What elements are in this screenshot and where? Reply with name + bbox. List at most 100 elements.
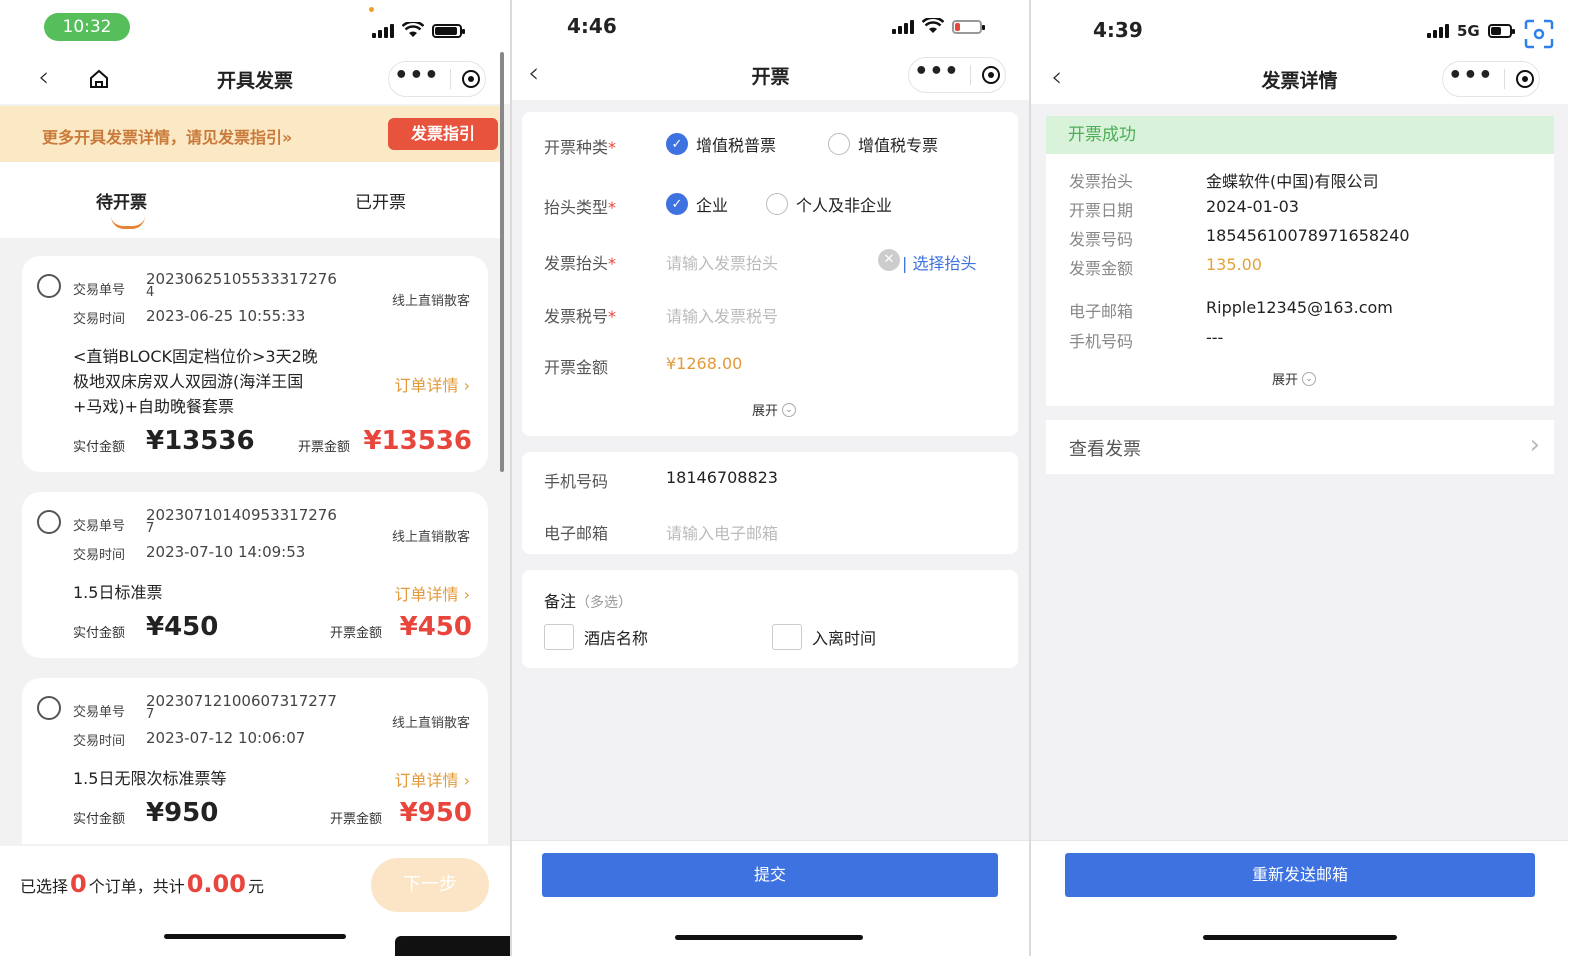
- mini-program-capsule[interactable]: •••: [908, 57, 1006, 93]
- nav-bar: ‹ 开具发票 •••: [0, 52, 510, 104]
- order-detail-link[interactable]: 订单详情 ›: [395, 372, 471, 396]
- product-name: 1.5日无限次标准票等: [73, 769, 227, 788]
- order-card: 交易单号 20230625105533317276 4 线上直销散客 交易时间 …: [22, 256, 488, 472]
- issue-invoice-form-screen: 4:46 ‹ 开票 ••• 开票种类* ✓ 增值税普票 增值税专票 抬头类型* ✓…: [512, 0, 1029, 956]
- trade-time-value: 2023-07-10 14:09:53: [146, 543, 306, 561]
- detail-value: 2024-01-03: [1206, 197, 1299, 216]
- tab-issued[interactable]: 已开票: [355, 188, 406, 213]
- invoice-amount-label: 开票金额: [330, 812, 383, 827]
- resend-email-button[interactable]: 重新发送邮箱: [1065, 853, 1535, 897]
- invoice-type-label-text: 开票种类: [544, 138, 609, 157]
- tax-number-input[interactable]: 请输入发票税号: [666, 303, 778, 327]
- more-icon[interactable]: •••: [394, 65, 439, 87]
- order-detail-link[interactable]: 订单详情 ›: [395, 767, 471, 791]
- more-icon[interactable]: •••: [914, 61, 959, 83]
- status-icons: 5G: [1427, 22, 1515, 40]
- invoice-guide-button[interactable]: 发票指引: [388, 118, 498, 150]
- selected-mid-text: 个订单，共计: [88, 877, 185, 896]
- clear-icon[interactable]: ✕: [878, 249, 900, 271]
- invoice-title-input[interactable]: 请输入发票抬头: [666, 250, 778, 274]
- radio-empty-icon: [828, 133, 850, 155]
- submit-button[interactable]: 提交: [542, 853, 998, 897]
- option-label: 入离时间: [812, 629, 877, 648]
- detail-value: ---: [1206, 328, 1224, 347]
- trade-no-value-tail: 7: [146, 707, 155, 722]
- remark-hotel-checkbox[interactable]: 酒店名称: [544, 624, 648, 650]
- trade-no-value: 20230712100607317277: [146, 692, 337, 710]
- battery-icon: [432, 24, 465, 38]
- home-indicator: [675, 935, 863, 940]
- detail-value: Ripple12345@163.com: [1206, 298, 1393, 317]
- status-time: 10:32: [44, 13, 130, 41]
- paid-amount: ¥13536: [146, 426, 255, 456]
- screen-scan-icon[interactable]: [1522, 17, 1556, 51]
- battery-low-icon: [952, 20, 985, 34]
- chevron-down-icon: ⌄: [1302, 371, 1317, 386]
- order-select-radio[interactable]: [37, 510, 61, 534]
- home-indicator: [1203, 935, 1397, 940]
- close-target-icon[interactable]: [1515, 70, 1534, 88]
- paid-label: 实付金额: [73, 812, 126, 827]
- phone-input[interactable]: 18146708823: [666, 468, 778, 487]
- choose-title-link[interactable]: | 选择抬头: [902, 250, 977, 274]
- detail-value: 135.00: [1206, 255, 1262, 274]
- mini-program-capsule[interactable]: •••: [1442, 61, 1540, 97]
- selected-prefix: 已选择: [20, 877, 69, 896]
- paid-amount: ¥950: [146, 798, 219, 828]
- invoice-type-special-radio[interactable]: 增值税专票: [828, 132, 938, 156]
- product-name: 1.5日标准票: [73, 583, 163, 602]
- success-banner: 开票成功: [1046, 116, 1554, 154]
- close-target-icon[interactable]: [981, 66, 1000, 84]
- invoice-title-label-text: 发票抬头: [544, 254, 609, 273]
- scrollbar[interactable]: [500, 52, 504, 472]
- tab-pending[interactable]: 待开票: [96, 188, 147, 213]
- trade-time-label: 交易时间: [73, 548, 126, 563]
- option-label: 酒店名称: [584, 629, 649, 648]
- header-type-personal-radio[interactable]: 个人及非企业: [766, 192, 892, 216]
- chevron-down-icon: ⌄: [782, 402, 797, 417]
- expand-toggle[interactable]: 展开 ⌄: [752, 400, 797, 419]
- order-card: 交易单号 20230710140953317276 7 线上直销散客 交易时间 …: [22, 492, 488, 658]
- nav-bar: ‹ 开票 •••: [512, 48, 1029, 100]
- paid-label: 实付金额: [73, 440, 126, 455]
- trade-no-label: 交易单号: [73, 705, 126, 720]
- invoice-detail-screen: 4:39 5G ‹ 发票详情 ••• 开票成功 发票抬头 金蝶软件(中国)有限公…: [1031, 0, 1568, 956]
- seller-type: 线上直销散客: [391, 294, 470, 309]
- email-input[interactable]: 请输入电子邮箱: [666, 520, 778, 544]
- signal-icon: [892, 20, 914, 34]
- close-target-icon[interactable]: [461, 70, 480, 88]
- invoice-order-list-screen: 10:32 ‹ 开具发票 ••• 更多开具发票详情，请见发票指引» 发票指引 待…: [0, 0, 510, 956]
- invoice-type-label: 开票种类*: [544, 134, 616, 158]
- invoice-type-normal-radio[interactable]: ✓ 增值税普票: [666, 132, 776, 156]
- detail-footer: 重新发送邮箱: [1031, 840, 1568, 956]
- invoice-info-section: 开票种类* ✓ 增值税普票 增值税专票 抬头类型* ✓ 企业 个人及非企业 发票抬头…: [522, 112, 1018, 436]
- remark-section: 备注（多选） 酒店名称 入离时间: [522, 570, 1018, 668]
- order-detail-link[interactable]: 订单详情 ›: [395, 581, 471, 605]
- trade-no-value-tail: 4: [146, 285, 155, 300]
- status-icons: [372, 22, 465, 38]
- more-icon[interactable]: •••: [1448, 65, 1493, 87]
- seller-type: 线上直销散客: [391, 530, 470, 545]
- header-type-label-text: 抬头类型: [544, 198, 609, 217]
- trade-time-label: 交易时间: [73, 734, 126, 749]
- required-mark: *: [608, 254, 617, 273]
- check-icon: ✓: [666, 133, 688, 155]
- mini-program-capsule[interactable]: •••: [388, 61, 486, 97]
- view-invoice-row[interactable]: 查看发票 ›: [1046, 420, 1554, 474]
- banner-text[interactable]: 更多开具发票详情，请见发票指引»: [42, 124, 292, 148]
- invoice-guide-banner: 更多开具发票详情，请见发票指引» 发票指引: [0, 106, 500, 162]
- next-step-button[interactable]: 下一步: [371, 858, 489, 912]
- email-label: 电子邮箱: [544, 524, 609, 543]
- status-icons: [892, 18, 985, 34]
- order-select-radio[interactable]: [37, 274, 61, 298]
- chevron-right-icon: ›: [1529, 430, 1540, 460]
- expand-toggle[interactable]: 展开 ⌄: [1272, 369, 1317, 388]
- recording-dot: [369, 7, 374, 12]
- order-select-radio[interactable]: [37, 696, 61, 720]
- required-mark: *: [608, 198, 617, 217]
- header-type-company-radio[interactable]: ✓ 企业: [666, 192, 728, 216]
- option-label: 企业: [696, 196, 729, 215]
- phone-label: 手机号码: [544, 472, 609, 491]
- radio-empty-icon: [766, 193, 788, 215]
- remark-checkin-checkbox[interactable]: 入离时间: [772, 624, 876, 650]
